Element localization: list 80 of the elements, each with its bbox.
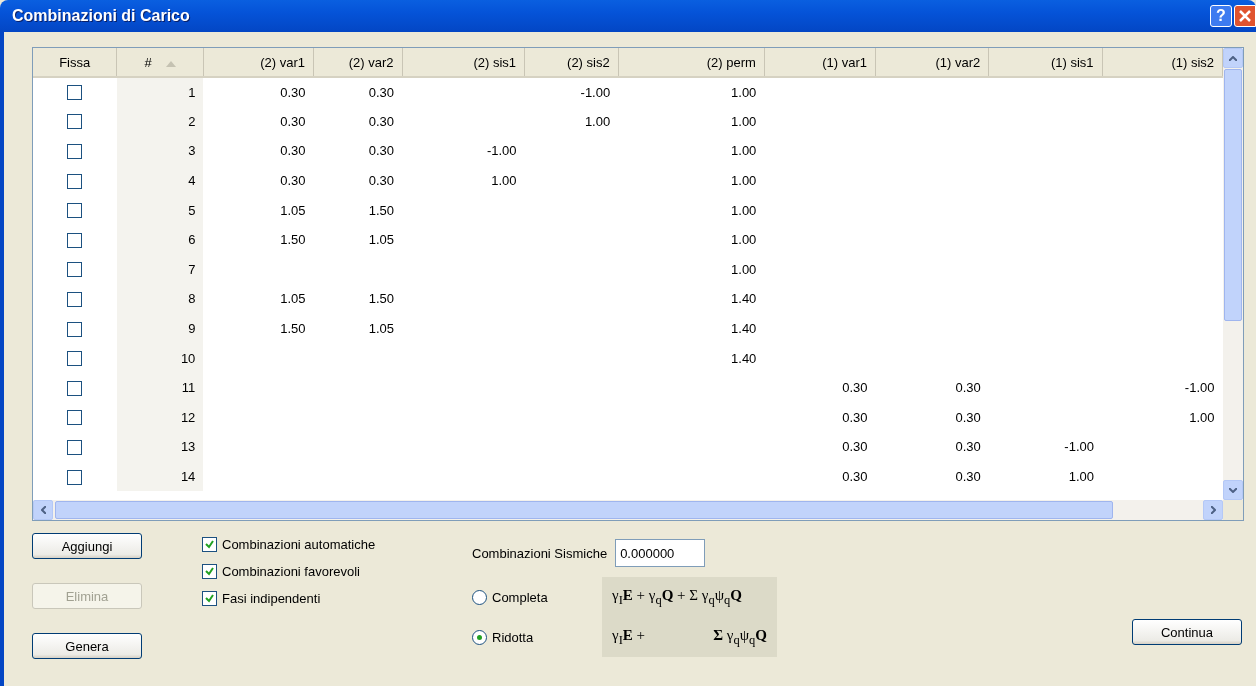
checkbox[interactable]: [67, 173, 83, 189]
scroll-up-button[interactable]: [1223, 48, 1243, 68]
column-header[interactable]: Fissa: [33, 48, 117, 77]
vertical-scrollbar[interactable]: [1223, 48, 1243, 500]
horizontal-scrollbar[interactable]: [33, 500, 1223, 520]
row-number: 9: [116, 313, 204, 344]
row-number: 1: [116, 77, 204, 107]
radio-label[interactable]: Completa: [492, 589, 548, 605]
action-button[interactable]: Genera: [32, 633, 142, 659]
checkbox[interactable]: [67, 262, 83, 278]
row-number: 3: [116, 136, 204, 166]
input-field[interactable]: 0.000000: [615, 539, 706, 567]
row-number: 13: [116, 432, 204, 462]
radio-dot-icon: [477, 634, 482, 640]
checkbox[interactable]: [67, 85, 83, 101]
scrollbar-thumb[interactable]: [55, 501, 1113, 519]
action-button[interactable]: Aggiungi: [32, 533, 142, 559]
row-number: 8: [116, 284, 204, 314]
scroll-down-button[interactable]: [1223, 480, 1243, 500]
help-button[interactable]: ?: [1210, 5, 1232, 27]
chevron-right-icon: [1210, 506, 1216, 514]
checkbox[interactable]: [67, 292, 83, 307]
row-number: 11: [116, 372, 204, 403]
checkbox[interactable]: [67, 469, 83, 485]
column-header[interactable]: #: [116, 48, 204, 77]
row-number: 10: [116, 343, 204, 373]
window-title: Combinazioni di Carico: [12, 7, 191, 25]
close-button[interactable]: [1234, 5, 1256, 27]
checkbox[interactable]: [67, 203, 83, 219]
checkmark-icon: [205, 540, 214, 549]
row-number: 12: [116, 402, 204, 433]
checkmark-icon: [205, 594, 214, 603]
checkbox[interactable]: [202, 537, 217, 552]
checkbox[interactable]: [67, 144, 83, 159]
close-icon: [1238, 9, 1252, 23]
row-number: 4: [116, 165, 204, 196]
formula: γ$_{I}$E +: [612, 626, 646, 648]
checkbox[interactable]: [67, 439, 83, 455]
continue-button[interactable]: Continua: [1132, 619, 1242, 645]
scrollbar-thumb[interactable]: [1224, 69, 1242, 321]
checkbox[interactable]: [67, 114, 83, 130]
column-header[interactable]: (1) sis1: [988, 48, 1102, 77]
column-header[interactable]: (1) var1: [764, 48, 876, 77]
chevron-left-icon: [40, 506, 46, 514]
checkbox-label[interactable]: Fasi indipendenti: [222, 591, 321, 606]
row-number: 7: [116, 254, 204, 285]
checkmark-icon: [205, 567, 214, 576]
field-label: Combinazioni Sismiche: [472, 545, 608, 561]
column-header[interactable]: (2) perm: [618, 48, 765, 77]
formula: Σ γ$_{q}$ψ$_{q}$Q: [713, 626, 767, 648]
column-header[interactable]: (2) sis1: [402, 48, 525, 77]
radio-label[interactable]: Ridotta: [492, 629, 534, 645]
sort-ascending-icon: [165, 60, 176, 67]
column-header[interactable]: (1) sis2: [1102, 48, 1223, 77]
row-number: 6: [116, 224, 204, 255]
chevron-down-icon: [1229, 487, 1237, 493]
row-number: 14: [116, 461, 204, 492]
checkbox[interactable]: [67, 380, 83, 396]
column-header[interactable]: (2) sis2: [524, 48, 619, 77]
column-header[interactable]: (1) var2: [875, 48, 989, 77]
scroll-right-button[interactable]: [1203, 500, 1223, 520]
formula: γ$_{I}$E + γ$_{q}$Q + Σ γ$_{q}$ψ$_{q}$Q: [612, 586, 742, 608]
checkbox[interactable]: [67, 410, 83, 426]
checkbox[interactable]: [67, 232, 83, 248]
column-header[interactable]: (2) var1: [203, 48, 314, 77]
checkbox-label[interactable]: Combinazioni favorevoli: [222, 564, 360, 579]
row-number: 2: [116, 106, 204, 137]
checkbox[interactable]: [202, 564, 217, 579]
radio-button[interactable]: [472, 629, 487, 645]
column-header[interactable]: (2) var2: [313, 48, 402, 77]
scroll-left-button[interactable]: [33, 500, 53, 520]
chevron-up-icon: [1229, 55, 1237, 61]
checkbox[interactable]: [202, 591, 217, 606]
row-number: 5: [116, 195, 204, 225]
table-cell: 0.30: [203, 77, 314, 107]
scrollbar-corner: [1223, 500, 1243, 520]
checkbox[interactable]: [67, 321, 83, 337]
radio-button[interactable]: [472, 589, 487, 605]
checkbox[interactable]: [67, 351, 83, 367]
checkbox-label[interactable]: Combinazioni automatiche: [222, 537, 376, 552]
